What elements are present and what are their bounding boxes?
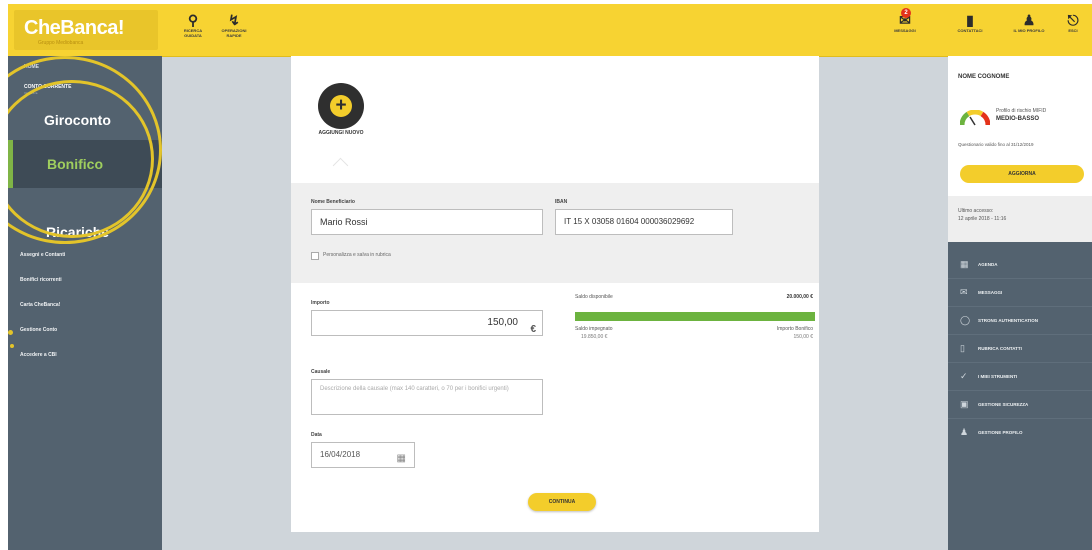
available-balance-value: 20.000,00 € [786,294,813,300]
right-menu-label: STRONG AUTHENTICATION [978,318,1038,323]
causale-textarea[interactable]: Descrizione della causale (max 140 carat… [311,379,543,415]
sidebar-item-gestione-conto[interactable]: Gestione Conto [20,327,57,333]
mail-icon: ✉ [960,287,968,297]
logo-text: CheBanca! [24,17,124,39]
last-access-panel: Ultimo accesso: 12 aprile 2018 - 11:16 [948,196,1092,242]
continue-button[interactable]: CONTINUA [528,493,596,511]
logo-tagline: Gruppo Mediobanca [38,40,84,46]
shield-icon: ◯ [960,315,971,325]
contact-label: CONTATTACI [957,28,983,33]
date-label: Data [311,432,322,438]
top-bar: CheBanca! Gruppo Mediobanca ⚲ RICERCA GU… [8,4,1092,57]
messages-button[interactable]: ✉ 2 MESSAGGI [888,8,922,33]
add-beneficiary-label: AGGIUNGI NUOVO [318,130,364,136]
user-info-panel: NOME COGNOME Profilo di rischio MIFID ME… [948,56,1092,196]
app-window: CheBanca! Gruppo Mediobanca ⚲ RICERCA GU… [8,4,1092,550]
divider [948,390,1092,391]
add-beneficiary-button[interactable]: + [318,83,364,129]
committed-balance-value: 19.850,00 € [581,334,608,340]
logout-label: ESCI [1068,28,1078,33]
euro-icon: € [530,324,536,335]
transfer-amount-label: Importo Bonifico [776,326,813,332]
save-to-addressbook-checkbox[interactable] [311,252,319,260]
profile-button[interactable]: ♟ IL MIO PROFILO [1012,12,1046,33]
divider [948,362,1092,363]
right-menu: ▦ AGENDA ✉ MESSAGGI ◯ STRONG AUTHENTICAT… [948,242,1092,550]
last-access-label: Ultimo accesso: [958,208,994,214]
contact-button[interactable]: ▮ CONTATTACI [952,12,988,33]
iban-label: IBAN [555,199,568,205]
search-icon: ⚲ [187,12,199,28]
sidebar-item-bonifici-ricorrenti[interactable]: Bonifici ricorrenti [20,277,62,283]
questionnaire-validity: Questionario valido fino al 31/12/2019 [958,142,1034,147]
last-access-value: 12 aprile 2018 - 11:16 [958,216,1007,222]
divider [948,334,1092,335]
transfer-amount-value: 150,00 € [793,334,813,340]
person-icon: ♟ [960,427,969,437]
date-field[interactable]: 16/04/2018 ▦ [311,442,415,468]
beneficiary-value: Mario Rossi [320,217,368,227]
calendar-icon: ▦ [960,259,969,269]
logo[interactable]: CheBanca! Gruppo Mediobanca [14,10,158,50]
date-value: 16/04/2018 [320,450,361,459]
iban-value: IT 15 X 03058 01604 000036029692 [564,217,695,226]
balance-bar [575,312,815,321]
address-book-icon: ▯ [960,343,965,353]
plus-icon: + [330,95,352,117]
user-name: NOME COGNOME [958,74,1010,80]
quick-operations-button[interactable]: ↯ OPERAZIONI RAPIDE [214,12,254,38]
iban-field[interactable]: IT 15 X 03058 01604 000036029692 [555,209,733,235]
quick-operations-label: OPERAZIONI RAPIDE [221,28,247,38]
exit-icon: ⎋ [1067,12,1079,28]
sidebar-item-cbi[interactable]: Accedere a CBI [20,352,57,358]
causale-placeholder: Descrizione della causale (max 140 carat… [320,386,509,392]
right-menu-label: RUBRICA CONTATTI [978,346,1022,351]
risk-profile-label: Profilo di rischio MIFID [996,108,1047,114]
divider [948,278,1092,279]
divider [948,306,1092,307]
lock-icon: ▣ [960,399,969,409]
sidebar-item-assegni[interactable]: Assegni e Contanti [20,252,65,258]
amount-field[interactable]: 150,00 € [311,310,543,336]
highlight-dot [8,330,13,335]
quick-search-button[interactable]: ⚲ RICERCA GUIDATA [178,12,208,38]
causale-label: Causale [311,369,331,375]
highlight-dot [10,344,14,348]
committed-balance-label: Saldo impegnato [575,326,613,332]
profile-label: IL MIO PROFILO [1013,28,1045,33]
right-menu-label: GESTIONE SICUREZZA [978,402,1029,407]
risk-profile-value: MEDIO-BASSO [996,116,1040,122]
section-pointer [332,157,349,174]
amount-value: 150,00 [487,317,518,328]
balance-bar-fill [575,312,815,321]
right-menu-label: MESSAGGI [978,290,1003,295]
quick-search-label: RICERCA GUIDATA [183,28,203,38]
right-menu-label: AGENDA [978,262,998,267]
wrench-icon: ✓ [960,371,968,381]
right-menu-label: GESTIONE PROFILO [978,430,1023,435]
sidebar-item-carta[interactable]: Carta CheBanca! [20,302,60,308]
right-menu-label: I MIEI STRUMENTI [978,374,1018,379]
messages-label: MESSAGGI [894,28,916,33]
update-profile-button[interactable]: AGGIORNA [960,165,1084,183]
messages-badge: 2 [901,8,911,18]
lightning-icon: ↯ [228,12,240,28]
save-to-addressbook-label: Personalizza e salva in rubrica [323,252,391,258]
amount-label: Importo [311,300,330,306]
divider [948,418,1092,419]
beneficiary-field[interactable]: Mario Rossi [311,209,543,235]
available-balance-label: Saldo disponibile [575,294,613,300]
chat-icon: ▮ [966,12,974,28]
logout-button[interactable]: ⎋ ESCI [1060,12,1086,33]
risk-gauge-icon [960,110,990,126]
transfer-form-panel: + AGGIUNGI NUOVO Nome Beneficiario Mario… [291,56,819,532]
calendar-icon[interactable]: ▦ [397,447,406,471]
user-icon: ♟ [1022,12,1036,28]
beneficiary-label: Nome Beneficiario [311,199,355,205]
